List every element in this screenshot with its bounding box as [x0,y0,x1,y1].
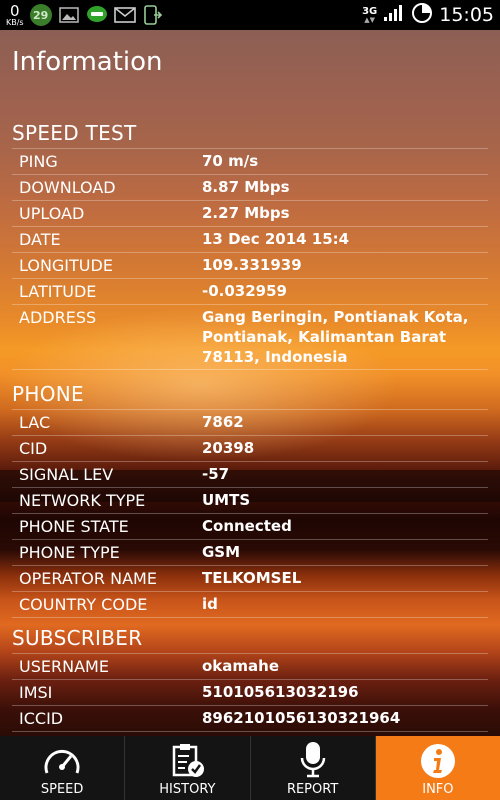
tab-history[interactable]: HISTORY [125,736,251,800]
phone-row-value: Connected [202,517,292,535]
phone-update-icon [142,5,164,25]
network-type-indicator: 3G ▲▼ [362,5,378,24]
speed-test-row-value: 109.331939 [202,256,302,274]
speed-test-row-label: DOWNLOAD [19,178,116,197]
status-bar: 0 KB/s 29 3G ▲▼ 15:05 [0,0,500,30]
network-type-label: 3G [362,5,378,17]
phone-row: CID 20398 [12,435,488,461]
phone-row-label: NETWORK TYPE [19,491,146,510]
signal-strength-icon [383,4,405,26]
line-app-icon [86,6,108,24]
speed-test-row-label: UPLOAD [19,204,85,223]
phone-row: OPERATOR NAME TELKOMSEL [12,565,488,591]
phone-row-label: CID [19,439,48,458]
speed-test-row-label: LONGITUDE [19,256,113,275]
image-icon [58,6,80,24]
tab-speed[interactable]: SPEED [0,736,126,800]
speed-test-row-value: 8.87 Mbps [202,178,290,196]
subscriber-row: ICCID 8962101056130321964 [12,705,488,732]
speed-test-row-value: -0.032959 [202,282,287,300]
subscriber-row-value: okamahe [202,657,280,675]
phone-row: PHONE STATE Connected [12,513,488,539]
phone-row-value: 20398 [202,439,255,457]
speed-test-row-label: LATITUDE [19,282,97,301]
speed-test-row-label: ADDRESS [19,308,97,327]
speed-test-row: LATITUDE -0.032959 [12,278,488,304]
microphone-icon [298,741,328,779]
network-speed-unit: KB/s [6,17,24,27]
speed-test-row-value: Gang Beringin, Pontianak Kota, Pontianak… [202,308,469,366]
phone-table: LAC 7862 CID 20398 SIGNAL LEV -57 NETWORK TYPE… [12,409,488,618]
phone-row: PHONE TYPE GSM [12,539,488,565]
tab-speed-label: SPEED [40,782,84,797]
subscriber-row-label: ICCID [19,709,64,728]
speed-test-table: PING 70 m/s DOWNLOAD 8.87 Mbps UPLOAD 2.27 Mb… [12,148,488,370]
speed-test-row-value: 70 m/s [202,152,259,170]
phone-row: LAC 7862 [12,409,488,435]
phone-row-label: PHONE STATE [19,517,129,536]
speed-test-row: LONGITUDE 109.331939 [12,252,488,278]
phone-row-label: LAC [19,413,51,432]
subscriber-row-value: 510105613032196 [202,683,359,701]
subscriber-table: USERNAME okamahe IMSI 510105613032196 ICCID 8… [12,653,488,732]
battery-icon [411,2,433,28]
network-speed-indicator: 0 KB/s [6,1,24,27]
network-speed-value: 0 [10,1,20,20]
tab-report[interactable]: REPORT [251,736,376,800]
subscriber-row: USERNAME okamahe [12,653,488,679]
subscriber-section-title: SUBSCRIBER [12,626,143,650]
speed-test-row-value: 13 Dec 2014 15:4 [202,230,350,248]
phone-row-value: GSM [202,543,241,561]
phone-row-value: 7862 [202,413,244,431]
speed-test-row: UPLOAD 2.27 Mbps [12,200,488,226]
phone-row-value: UMTS [202,491,251,509]
phone-row-label: OPERATOR NAME [19,569,157,588]
tab-info-label: INFO [422,782,454,797]
phone-row-label: SIGNAL LEV [19,465,114,484]
speed-test-row-value: 2.27 Mbps [202,204,290,222]
tab-info[interactable]: INFO [375,736,500,800]
page-title: Information [12,47,163,77]
data-arrows-icon: ▲▼ [364,15,376,24]
bottom-navigation: SPEED HISTORY REPORT INFO [0,736,500,800]
subscriber-row-value: 8962101056130321964 [202,709,401,727]
phone-row-value: -57 [202,465,230,483]
mail-icon [113,6,136,24]
subscriber-row-label: IMSI [19,683,53,702]
notification-count-badge: 29 [29,4,52,26]
speed-test-row: DATE 13 Dec 2014 15:4 [12,226,488,252]
speedometer-icon [42,745,82,779]
phone-row: SIGNAL LEV -57 [12,461,488,487]
info-icon [420,743,456,779]
phone-row-label: COUNTRY CODE [19,595,148,614]
phone-row: NETWORK TYPE UMTS [12,487,488,513]
phone-row: COUNTRY CODE id [12,591,488,618]
phone-row-value: id [202,595,218,613]
phone-section-title: PHONE [12,382,84,406]
clipboard-check-icon [169,743,205,779]
phone-row-label: PHONE TYPE [19,543,120,562]
subscriber-row: IMSI 510105613032196 [12,679,488,705]
subscriber-row-label: USERNAME [19,657,109,676]
tab-report-label: REPORT [286,782,339,797]
phone-row-value: TELKOMSEL [202,569,302,587]
speed-test-row: DOWNLOAD 8.87 Mbps [12,174,488,200]
speed-test-section-title: SPEED TEST [12,121,137,145]
speed-test-row-label: DATE [19,230,61,249]
tab-history-label: HISTORY [159,782,216,797]
speed-test-row-label: PING [19,152,58,171]
status-clock: 15:05 [439,4,494,26]
speed-test-row: ADDRESS Gang Beringin, Pontianak Kota, Po… [12,304,488,370]
speed-test-row: PING 70 m/s [12,148,488,174]
